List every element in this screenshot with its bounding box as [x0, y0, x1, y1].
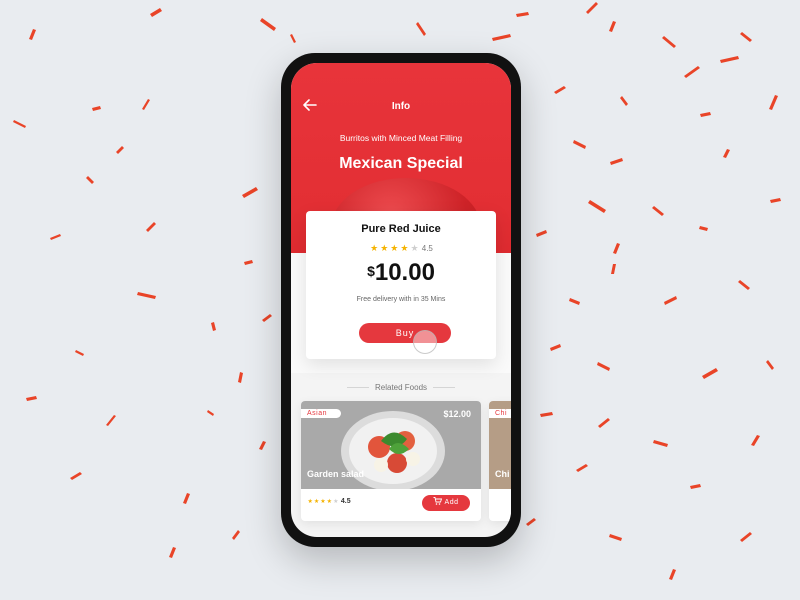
- food-price: $12.00: [443, 409, 471, 419]
- rating-value: 4.5: [421, 244, 433, 253]
- star-empty-icon: ★: [410, 243, 419, 253]
- price-amount: 10.00: [374, 259, 435, 286]
- star-icon: ★: [380, 243, 389, 253]
- app-screen: Info Burritos with Minced Meat Filling M…: [291, 63, 511, 537]
- food-name: Chi: [495, 469, 510, 479]
- food-name: Garden salad: [307, 469, 365, 479]
- star-icon: ★: [307, 499, 313, 505]
- hero-subtitle: Burritos with Minced Meat Filling: [339, 133, 463, 143]
- star-icon: ★: [326, 499, 333, 505]
- add-label: Add: [444, 499, 459, 506]
- buy-button[interactable]: Buy: [359, 323, 451, 343]
- star-icon: ★: [320, 499, 326, 505]
- phone-frame: Info Burritos with Minced Meat Filling M…: [281, 53, 521, 547]
- star-icon: ★: [313, 499, 320, 505]
- food-rating-value: 4.5: [340, 498, 351, 505]
- related-label: Related Foods: [374, 383, 428, 392]
- food-card[interactable]: Chi Chi: [489, 401, 511, 521]
- delivery-info: Free delivery with in 35 Mins: [356, 296, 446, 303]
- touch-indicator: [413, 330, 437, 354]
- hero-headline: Mexican Special: [339, 155, 463, 172]
- star-icon: ★: [390, 243, 399, 253]
- food-card[interactable]: Asian $12.00 Garden salad ★★★★★ 4.5 Add: [301, 401, 481, 521]
- add-to-cart-button[interactable]: Add: [422, 495, 470, 511]
- cuisine-tag: Asian: [301, 409, 342, 418]
- related-foods-heading: Related Foods: [291, 383, 511, 392]
- product-name: Pure Red Juice: [361, 223, 441, 235]
- food-rating: ★★★★★ 4.5: [307, 498, 351, 505]
- product-rating: ★ ★ ★ ★ ★ 4.5: [306, 243, 496, 254]
- cart-icon: [433, 497, 443, 505]
- product-card: Pure Red Juice ★ ★ ★ ★ ★ 4.5 $10.00 Free del…: [306, 211, 496, 359]
- cuisine-tag: Chi: [489, 409, 511, 418]
- star-icon: ★: [400, 243, 409, 253]
- star-icon: ★: [370, 243, 379, 253]
- page-title: Info: [391, 101, 411, 112]
- product-price: $10.00: [306, 259, 496, 287]
- price-currency: $: [367, 263, 375, 279]
- star-empty-icon: ★: [333, 499, 339, 505]
